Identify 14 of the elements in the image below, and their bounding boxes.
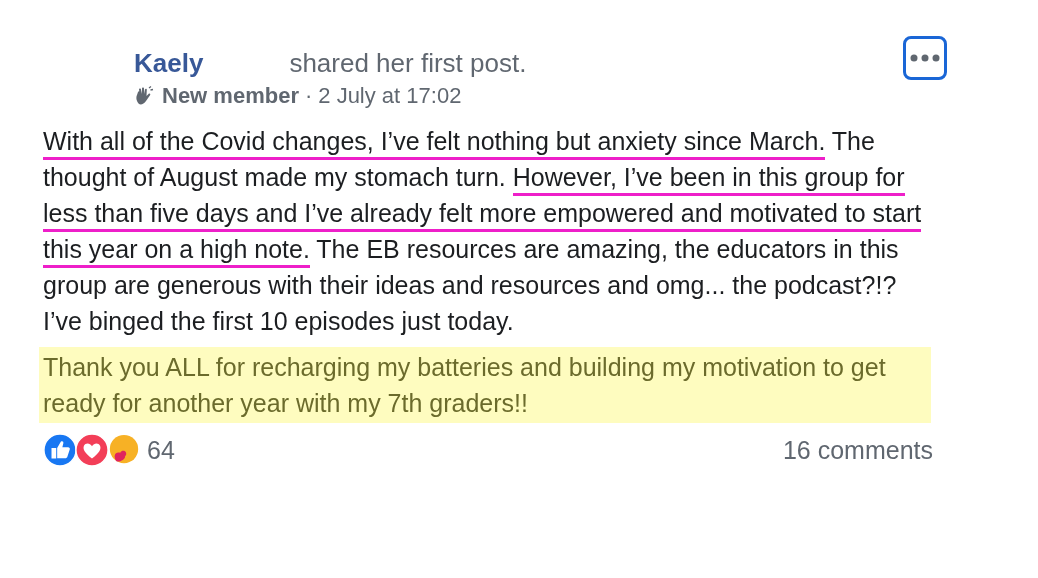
separator: · [304, 83, 313, 109]
post-time[interactable]: 2 July at 17:02 [318, 83, 462, 109]
post-action: shared her first post. [289, 48, 527, 79]
reaction-count[interactable]: 64 [147, 435, 175, 465]
post-paragraph: With all of the Covid changes, I’ve felt nothing but anxiety since March. The thought of August made my stomach turn. However, I’ve been in this group for less than five days and I’ve already felt more empowered and motivated to start this year on a high note. The EB resources are amazing, the educators in this group are generous with their ideas and resources and omg... the podcast?!? I’ve binged the first 10 episodes just today. [43, 126, 923, 337]
more-button[interactable] [903, 36, 947, 80]
member-label: New member [162, 83, 299, 109]
comments-link[interactable]: 16 comments [782, 435, 933, 465]
more-icon [910, 54, 940, 62]
waving-hand-icon [134, 86, 154, 106]
author-link[interactable]: Kaely [134, 48, 204, 79]
post-paragraph: Thank you ALL for recharging my batteries and building my motivation to get ready for another year with my 7th graders!! [39, 347, 931, 423]
like-reaction-icon[interactable] [43, 433, 77, 467]
heart-reaction-icon[interactable] [75, 433, 109, 467]
